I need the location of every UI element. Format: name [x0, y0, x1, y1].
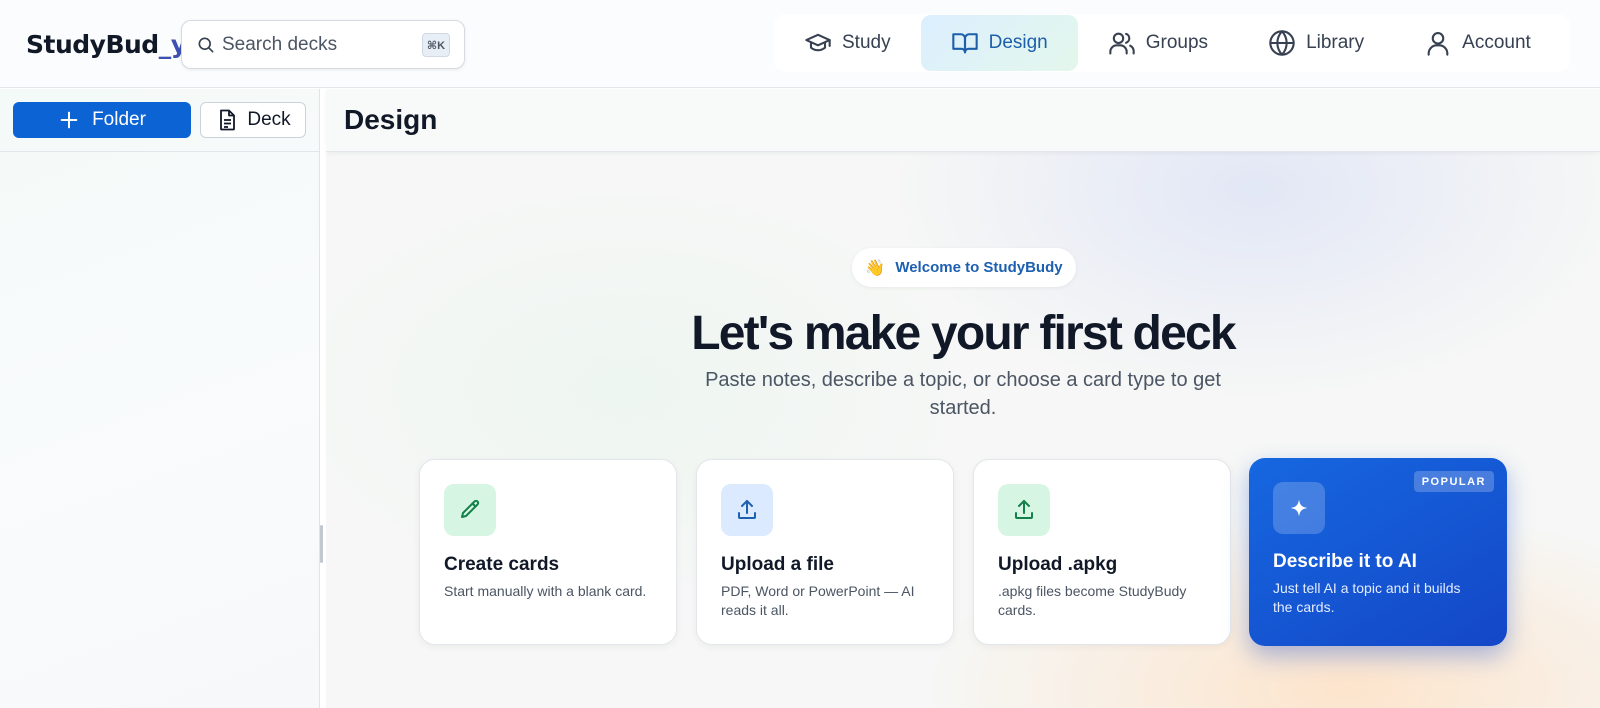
upload-icon: [738, 500, 756, 519]
document-icon: [220, 109, 236, 131]
popular-badge: POPULAR: [1413, 471, 1494, 492]
nav-item-study[interactable]: Study: [774, 15, 921, 71]
upload-icon: [1015, 500, 1033, 519]
upload-file-icon-tile: [721, 484, 773, 536]
pencil-icon: [461, 499, 480, 518]
hero-title: Let's make your first deck: [691, 307, 1236, 360]
upload-apkg-card[interactable]: Upload .apkg .apkg files become StudyBud…: [973, 459, 1231, 645]
new-folder-label: Folder: [92, 109, 146, 130]
shortcut-hint: ⌘K: [422, 33, 450, 57]
card-title: Upload .apkg: [998, 554, 1118, 575]
search-input[interactable]: [222, 31, 402, 59]
upload-apkg-icon-tile: [998, 484, 1050, 536]
card-title: Describe it to AI: [1273, 551, 1417, 572]
sidebar-resize-handle[interactable]: [320, 525, 323, 563]
welcome-badge: 👋 Welcome to StudyBudy: [852, 248, 1076, 287]
create-cards-icon-tile: [444, 484, 496, 536]
upload-file-card[interactable]: Upload a file PDF, Word or PowerPoint — …: [696, 459, 954, 645]
nav-item-label: Study: [842, 32, 891, 53]
new-deck-button[interactable]: Deck: [200, 102, 306, 138]
card-title: Create cards: [444, 554, 560, 575]
sidebar-toolbar: Folder Deck: [0, 89, 319, 152]
nav-item-groups[interactable]: Groups: [1078, 15, 1238, 71]
nav-item-account[interactable]: Account: [1394, 15, 1561, 71]
plus-icon: [60, 111, 78, 129]
main-nav: Study Design Groups Library Account: [774, 14, 1570, 72]
app-logo[interactable]: StudyBud_y: [26, 28, 187, 62]
waving-hand-icon: 👋: [865, 259, 886, 277]
welcome-text: Welcome to StudyBudy: [895, 259, 1063, 276]
new-folder-button[interactable]: Folder: [13, 102, 191, 138]
card-description: .apkg files become StudyBudy cards.: [998, 583, 1187, 618]
nav-item-label: Groups: [1145, 32, 1209, 53]
card-description: Just tell AI a topic and it builds the c…: [1273, 580, 1461, 615]
graduation-cap-icon: [805, 33, 831, 52]
search-icon: [198, 37, 214, 53]
ai-icon-tile: [1273, 482, 1325, 534]
page-title: Design: [344, 104, 438, 135]
logo-text: StudyBud: [26, 30, 159, 59]
open-book-icon: [951, 33, 978, 54]
sparkle-icon: [1291, 500, 1307, 516]
describe-to-ai-card[interactable]: POPULAR Describe it to AI Just tell AI a…: [1249, 458, 1507, 646]
main-content: Design 👋 Welcome to StudyBudy Let's make…: [326, 89, 1600, 708]
new-deck-label: Deck: [247, 109, 291, 130]
card-title: Upload a file: [721, 554, 834, 575]
nav-item-label: Design: [988, 32, 1048, 53]
user-icon: [1427, 32, 1449, 56]
card-description: Start manually with a blank card.: [444, 583, 647, 599]
main-header: Design: [326, 89, 1600, 152]
nav-item-library[interactable]: Library: [1238, 15, 1394, 71]
create-cards-card[interactable]: Create cards Start manually with a blank…: [419, 459, 677, 645]
search-box[interactable]: ⌘K: [181, 20, 465, 69]
card-description: PDF, Word or PowerPoint — AI reads it al…: [721, 583, 915, 618]
hero-subtitle: Paste notes, describe a topic, or choose…: [705, 369, 1221, 419]
nav-item-design[interactable]: Design: [920, 15, 1078, 71]
globe-icon: [1269, 30, 1295, 56]
nav-item-label: Account: [1462, 32, 1531, 53]
sidebar: Folder Deck: [0, 89, 320, 708]
users-icon: [1109, 32, 1135, 55]
nav-item-label: Library: [1306, 32, 1365, 53]
top-bar: StudyBud_y ⌘K Study Design: [0, 0, 1600, 88]
